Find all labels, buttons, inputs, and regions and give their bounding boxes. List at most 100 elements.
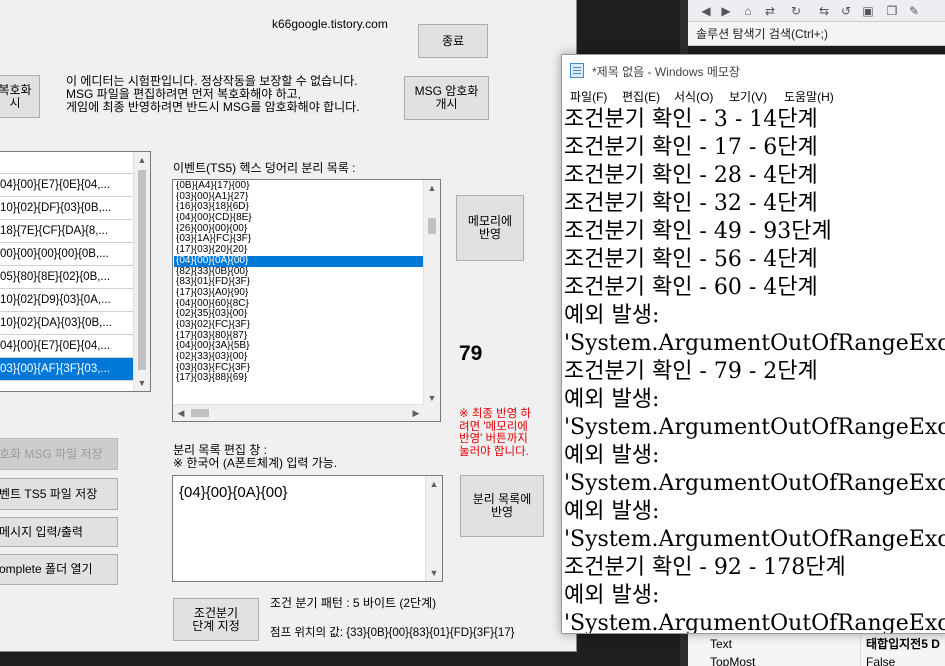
notepad-line: 예외 발생: bbox=[564, 387, 660, 412]
menu-edit[interactable]: 편집(E) bbox=[622, 88, 660, 105]
event-list-item[interactable]: {02}{33}{03}{00} bbox=[174, 352, 424, 363]
notepad-menubar: 파일(F) 편집(E) 서식(O) 보기(V) 도움말(H) bbox=[562, 86, 945, 106]
scroll-right-icon[interactable]: ▶ bbox=[408, 405, 424, 421]
event-list-item[interactable]: {04}{00}{3A}{5B} bbox=[174, 341, 424, 352]
solution-explorer-search[interactable]: 솔루션 탐색기 검색(Ctrl+;) bbox=[688, 22, 945, 46]
event-list-item[interactable]: {17}{03}{88}{69} bbox=[174, 373, 424, 384]
event-list-item[interactable]: {03}{00}{A1}{27} bbox=[174, 192, 424, 203]
list-item[interactable]: 10}{02}{DA}{03}{0B,... bbox=[0, 312, 150, 335]
prop-text-value[interactable]: 태합입지전5 D bbox=[866, 636, 940, 652]
count-value: 79 bbox=[459, 342, 483, 365]
message-io-button[interactable]: 메시지 입력/출력 bbox=[0, 517, 118, 547]
event-list-item[interactable]: {02}{35}{03}{00} bbox=[174, 309, 424, 320]
scroll-up-icon[interactable]: ▲ bbox=[426, 476, 442, 492]
list-item[interactable]: 18}{7E}{CF}{DA}{8,... bbox=[0, 220, 150, 243]
apply-list-button[interactable]: 분리 목록에 반영 bbox=[460, 475, 544, 537]
scroll-up-icon[interactable]: ▲ bbox=[424, 180, 440, 196]
event-list-item[interactable]: {26}{00}{00}{00} bbox=[174, 224, 424, 235]
notepad-line: 예외 발생: bbox=[564, 443, 660, 468]
branch-step-button[interactable]: 조건분기 단계 지정 bbox=[173, 598, 259, 641]
home-icon[interactable]: ⌂ bbox=[740, 3, 756, 19]
event-list-item[interactable]: {03}{1A}{FC}{3F} bbox=[174, 234, 424, 245]
menu-format[interactable]: 서식(O) bbox=[674, 88, 713, 105]
scroll-thumb[interactable] bbox=[191, 409, 209, 417]
notepad-text-area[interactable]: 조건분기 확인 - 3 - 14단계 조건분기 확인 - 17 - 6단계 조건분기… bbox=[564, 106, 945, 634]
list-item[interactable]: 00}{00}{00}{00}{0B,... bbox=[0, 243, 150, 266]
event-list-item[interactable]: {16}{03}{18}{6D} bbox=[174, 202, 424, 213]
event-list-item[interactable]: {04}{00}{CD}{8E} bbox=[174, 213, 424, 224]
copy-icon[interactable]: ❐ bbox=[884, 3, 900, 19]
save-msg-button[interactable]: 호화 MSG 파일 저장 bbox=[0, 438, 118, 470]
scroll-thumb[interactable] bbox=[138, 170, 146, 370]
event-list-item[interactable]: {03}{03}{FC}{3F} bbox=[174, 363, 424, 374]
scroll-down-icon[interactable]: ▼ bbox=[426, 565, 442, 581]
notepad-line: 조건분기 확인 - 49 - 93단계 bbox=[564, 219, 832, 244]
notepad-titlebar[interactable]: *제목 없음 - Windows 메모장 bbox=[562, 55, 945, 86]
list-item[interactable]: 10}{02}{D9}{03}{0A,... bbox=[0, 289, 150, 312]
notepad-line: 'System.ArgumentOutOfRangeExcep bbox=[564, 331, 945, 356]
list-edit-input[interactable]: {04}{00}{0A}{00} ▲ ▼ bbox=[172, 475, 443, 582]
exit-button[interactable]: 종료 bbox=[418, 24, 488, 58]
message-list-scrollbar[interactable]: ▲ ▼ bbox=[133, 152, 150, 391]
wrench-icon[interactable]: ✎ bbox=[906, 3, 922, 19]
site-label: k66google.tistory.com bbox=[272, 17, 388, 31]
event-list-vscrollbar[interactable]: ▲ ▼ bbox=[423, 180, 440, 406]
history-icon[interactable]: ↻ bbox=[788, 3, 804, 19]
back-icon[interactable]: ◀ bbox=[698, 3, 714, 19]
event-list-item[interactable]: {17}{03}{80}{87} bbox=[174, 331, 424, 342]
list-item[interactable]: 03}{00}{AF}{3F}{03,... bbox=[0, 358, 150, 381]
event-hex-list[interactable]: {0B}{A4}{17}{00} {03}{00}{A1}{27} {16}{03}… bbox=[172, 179, 441, 422]
collapse-icon[interactable]: ▣ bbox=[860, 3, 876, 19]
notepad-line: 'System.ArgumentOutOfRangeExcep bbox=[564, 611, 945, 634]
edit-box-scrollbar[interactable]: ▲ ▼ bbox=[425, 476, 442, 581]
notepad-line: 조건분기 확인 - 3 - 14단계 bbox=[564, 107, 818, 132]
open-folder-button[interactable]: omplete 폴더 열기 bbox=[0, 554, 118, 585]
event-list-item[interactable]: {17}{03}{A0}{90} bbox=[174, 288, 424, 299]
event-list-item[interactable]: {17}{03}{20}{20} bbox=[174, 245, 424, 256]
scroll-thumb[interactable] bbox=[428, 218, 436, 234]
vs-toolbar: ◀ ▶ ⌂ ⇄ ↻ ⇆ ↺ ▣ ❐ ✎ bbox=[688, 0, 945, 22]
notepad-line: 조건분기 확인 - 79 - 2단계 bbox=[564, 359, 818, 384]
list-item[interactable] bbox=[0, 152, 150, 174]
notepad-line: 조건분기 확인 - 60 - 4단계 bbox=[564, 275, 818, 300]
menu-view[interactable]: 보기(V) bbox=[729, 88, 767, 105]
notepad-line: 예외 발생: bbox=[564, 499, 660, 524]
list-item[interactable]: 04}{00}{E7}{0E}{04,... bbox=[0, 335, 150, 358]
edit-box-title: 분리 목록 편집 창 : ※ 한국어 (A폰트체계) 입력 가능. bbox=[173, 443, 338, 470]
decrypt-button[interactable]: 복호화 시 bbox=[0, 75, 40, 118]
jump-value-label: 점프 위치의 값: {33}{0B}{00}{83}{01}{FD}{3F}{1… bbox=[270, 627, 515, 639]
prop-topmost-value[interactable]: False bbox=[866, 654, 895, 666]
list-item[interactable]: 10}{02}{DF}{03}{0B,... bbox=[0, 197, 150, 220]
sync-icon[interactable]: ⇄ bbox=[762, 3, 778, 19]
menu-help[interactable]: 도움말(H) bbox=[784, 88, 834, 105]
list-edit-value[interactable]: {04}{00}{0A}{00} bbox=[179, 484, 287, 501]
forward-icon[interactable]: ▶ bbox=[718, 3, 734, 19]
event-list-hscrollbar[interactable]: ◀ ▶ bbox=[173, 404, 424, 421]
properties-panel: Text 태합입지전5 D TopMost False bbox=[688, 630, 945, 666]
scroll-down-icon[interactable]: ▼ bbox=[134, 375, 150, 391]
event-list-item[interactable]: {0B}{A4}{17}{00} bbox=[174, 181, 424, 192]
save-ts5-button[interactable]: 벤트 TS5 파일 저장 bbox=[0, 478, 118, 510]
event-list-item[interactable]: {82}{33}{0B}{00} bbox=[174, 267, 424, 278]
notepad-line: 조건분기 확인 - 56 - 4단계 bbox=[564, 247, 818, 272]
menu-file[interactable]: 파일(F) bbox=[570, 88, 607, 105]
apply-memory-button[interactable]: 메모리에 반영 bbox=[456, 195, 524, 261]
list-item[interactable]: 04}{00}{E7}{0E}{04,... bbox=[0, 174, 150, 197]
list-item[interactable]: 05}{80}{8E}{02}{0B,... bbox=[0, 266, 150, 289]
prop-topmost-name[interactable]: TopMost bbox=[710, 654, 755, 666]
final-apply-note: ※ 최종 반영 하 려면 '메모리에 반영' 버튼까지 눌러야 합니다. bbox=[459, 408, 532, 458]
event-list-item[interactable]: {03}{02}{FC}{3F} bbox=[174, 320, 424, 331]
prop-text-name[interactable]: Text bbox=[710, 636, 732, 652]
switch-view-icon[interactable]: ⇆ bbox=[816, 3, 832, 19]
refresh-icon[interactable]: ↺ bbox=[838, 3, 854, 19]
event-list-item[interactable]: {04}{00}{60}{8C} bbox=[174, 299, 424, 310]
encrypt-button[interactable]: MSG 암호화 개시 bbox=[404, 76, 489, 120]
message-list[interactable]: 04}{00}{E7}{0E}{04,... 10}{02}{DF}{03}{0B… bbox=[0, 151, 151, 392]
notepad-icon bbox=[570, 63, 584, 78]
scroll-left-icon[interactable]: ◀ bbox=[173, 405, 189, 421]
event-list-item[interactable]: {83}{01}{FD}{3F} bbox=[174, 277, 424, 288]
prop-divider bbox=[860, 630, 861, 666]
scroll-up-icon[interactable]: ▲ bbox=[134, 152, 150, 168]
notepad-window: *제목 없음 - Windows 메모장 파일(F) 편집(E) 서식(O) 보… bbox=[561, 54, 945, 634]
event-list-item[interactable]: {04}{00}{0A}{00} bbox=[174, 255, 424, 267]
